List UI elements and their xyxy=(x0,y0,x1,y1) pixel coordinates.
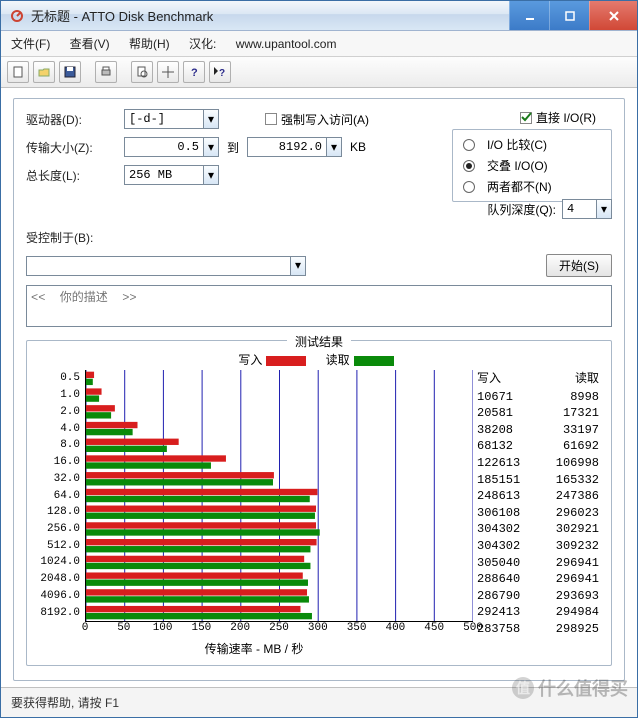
target-icon[interactable] xyxy=(157,61,179,83)
whats-this-icon[interactable]: ? xyxy=(209,61,231,83)
io-mode-group: I/O 比较(C) 交叠 I/O(O) 两者都不(N) xyxy=(452,129,612,202)
chevron-down-icon: ▾ xyxy=(326,138,341,156)
save-icon[interactable] xyxy=(59,61,81,83)
overlapped-radio[interactable]: 交叠 I/O(O) xyxy=(463,157,601,174)
svg-text:?: ? xyxy=(219,68,225,78)
separator xyxy=(85,61,91,83)
chart-legend: 写入 读取 xyxy=(35,351,603,368)
table-row: 6813261692 xyxy=(473,438,603,455)
transfer-size-label: 传输大小(Z): xyxy=(26,139,116,156)
print-icon[interactable] xyxy=(95,61,117,83)
length-select[interactable]: 256 MB▾ xyxy=(124,165,219,185)
table-row: 3820833197 xyxy=(473,422,603,439)
table-row: 122613106998 xyxy=(473,455,603,472)
results-table: 写入 读取 1067189982058117321382083319768132… xyxy=(473,370,603,657)
titlebar: 无标题 - ATTO Disk Benchmark xyxy=(1,1,637,31)
table-row: 305040296941 xyxy=(473,555,603,572)
menu-view[interactable]: 查看(V) xyxy=(70,37,110,51)
table-row: 248613247386 xyxy=(473,488,603,505)
app-icon xyxy=(9,8,25,24)
table-row: 288640296941 xyxy=(473,571,603,588)
settings-panel: 驱动器(D): [-d-]▾ 强制写入访问(A) 直接 I/O(R) 传输大小(… xyxy=(13,98,625,681)
queue-depth-label: 队列深度(Q): xyxy=(487,201,556,218)
table-row: 306108296023 xyxy=(473,505,603,522)
window-title: 无标题 - ATTO Disk Benchmark xyxy=(31,6,509,25)
drive-select[interactable]: [-d-]▾ xyxy=(124,109,219,129)
menu-file[interactable]: 文件(F) xyxy=(11,37,50,51)
table-row: 304302302921 xyxy=(473,521,603,538)
results-title: 测试结果 xyxy=(287,333,351,350)
radio-icon xyxy=(463,181,475,193)
io-compare-radio[interactable]: I/O 比较(C) xyxy=(463,136,601,153)
toolbar: ? ? xyxy=(1,57,637,88)
controlled-by-select[interactable]: ▾ xyxy=(26,256,306,276)
radio-icon xyxy=(463,160,475,172)
chevron-down-icon: ▾ xyxy=(596,200,611,218)
preview-icon[interactable] xyxy=(131,61,153,83)
force-write-checkbox[interactable]: 强制写入访问(A) xyxy=(265,111,369,128)
to-label: 到 xyxy=(227,139,239,156)
close-button[interactable] xyxy=(589,1,637,30)
x-axis-label: 传输速率 - MB / 秒 xyxy=(35,640,473,657)
write-color-swatch xyxy=(266,356,306,366)
menu-help[interactable]: 帮助(H) xyxy=(129,37,170,51)
chevron-down-icon: ▾ xyxy=(203,166,218,184)
x-axis: 050100150200250300350400450500 xyxy=(85,622,473,638)
results-panel: 测试结果 写入 读取 0.51.02.04.08.016.032.064.012… xyxy=(26,340,612,666)
maximize-button[interactable] xyxy=(549,1,589,30)
queue-depth-row: 队列深度(Q): 4▾ xyxy=(487,199,612,219)
status-text: 要获得帮助, 请按 F1 xyxy=(11,696,119,710)
col-read: 读取 xyxy=(575,370,599,387)
drive-label: 驱动器(D): xyxy=(26,111,116,128)
help-icon[interactable]: ? xyxy=(183,61,205,83)
start-button[interactable]: 开始(S) xyxy=(546,254,612,277)
new-icon[interactable] xyxy=(7,61,29,83)
radio-icon xyxy=(463,139,475,151)
table-row: 185151165332 xyxy=(473,472,603,489)
controlled-by-label: 受控制于(B): xyxy=(26,229,116,246)
status-bar: 要获得帮助, 请按 F1 xyxy=(1,687,637,717)
credit-label: 汉化: xyxy=(189,37,216,51)
table-row: 106718998 xyxy=(473,389,603,406)
neither-radio[interactable]: 两者都不(N) xyxy=(463,178,601,195)
col-write: 写入 xyxy=(477,370,501,387)
svg-text:?: ? xyxy=(191,67,198,78)
table-row: 304302309232 xyxy=(473,538,603,555)
chevron-down-icon: ▾ xyxy=(290,257,305,275)
description-input[interactable] xyxy=(26,285,612,327)
table-row: 286790293693 xyxy=(473,588,603,605)
checkbox-icon xyxy=(265,113,277,125)
table-row: 292413294984 xyxy=(473,604,603,621)
checkbox-icon xyxy=(520,112,532,124)
transfer-to-select[interactable]: 8192.0▾ xyxy=(247,137,342,157)
bar-chart: 0.51.02.04.08.016.032.064.0128.0256.0512… xyxy=(85,370,473,622)
chevron-down-icon: ▾ xyxy=(203,138,218,156)
total-length-label: 总长度(L): xyxy=(26,167,116,184)
separator xyxy=(121,61,127,83)
direct-io-checkbox[interactable]: 直接 I/O(R) xyxy=(520,109,596,126)
minimize-button[interactable] xyxy=(509,1,549,30)
chevron-down-icon: ▾ xyxy=(203,110,218,128)
credit-link[interactable]: www.upantool.com xyxy=(236,37,337,51)
read-color-swatch xyxy=(354,356,394,366)
queue-depth-select[interactable]: 4▾ xyxy=(562,199,612,219)
transfer-from-select[interactable]: 0.5▾ xyxy=(124,137,219,157)
menubar: 文件(F) 查看(V) 帮助(H) 汉化: www.upantool.com xyxy=(1,31,637,57)
table-row: 283758298925 xyxy=(473,621,603,638)
table-row: 2058117321 xyxy=(473,405,603,422)
open-icon[interactable] xyxy=(33,61,55,83)
unit-label: KB xyxy=(350,140,366,154)
